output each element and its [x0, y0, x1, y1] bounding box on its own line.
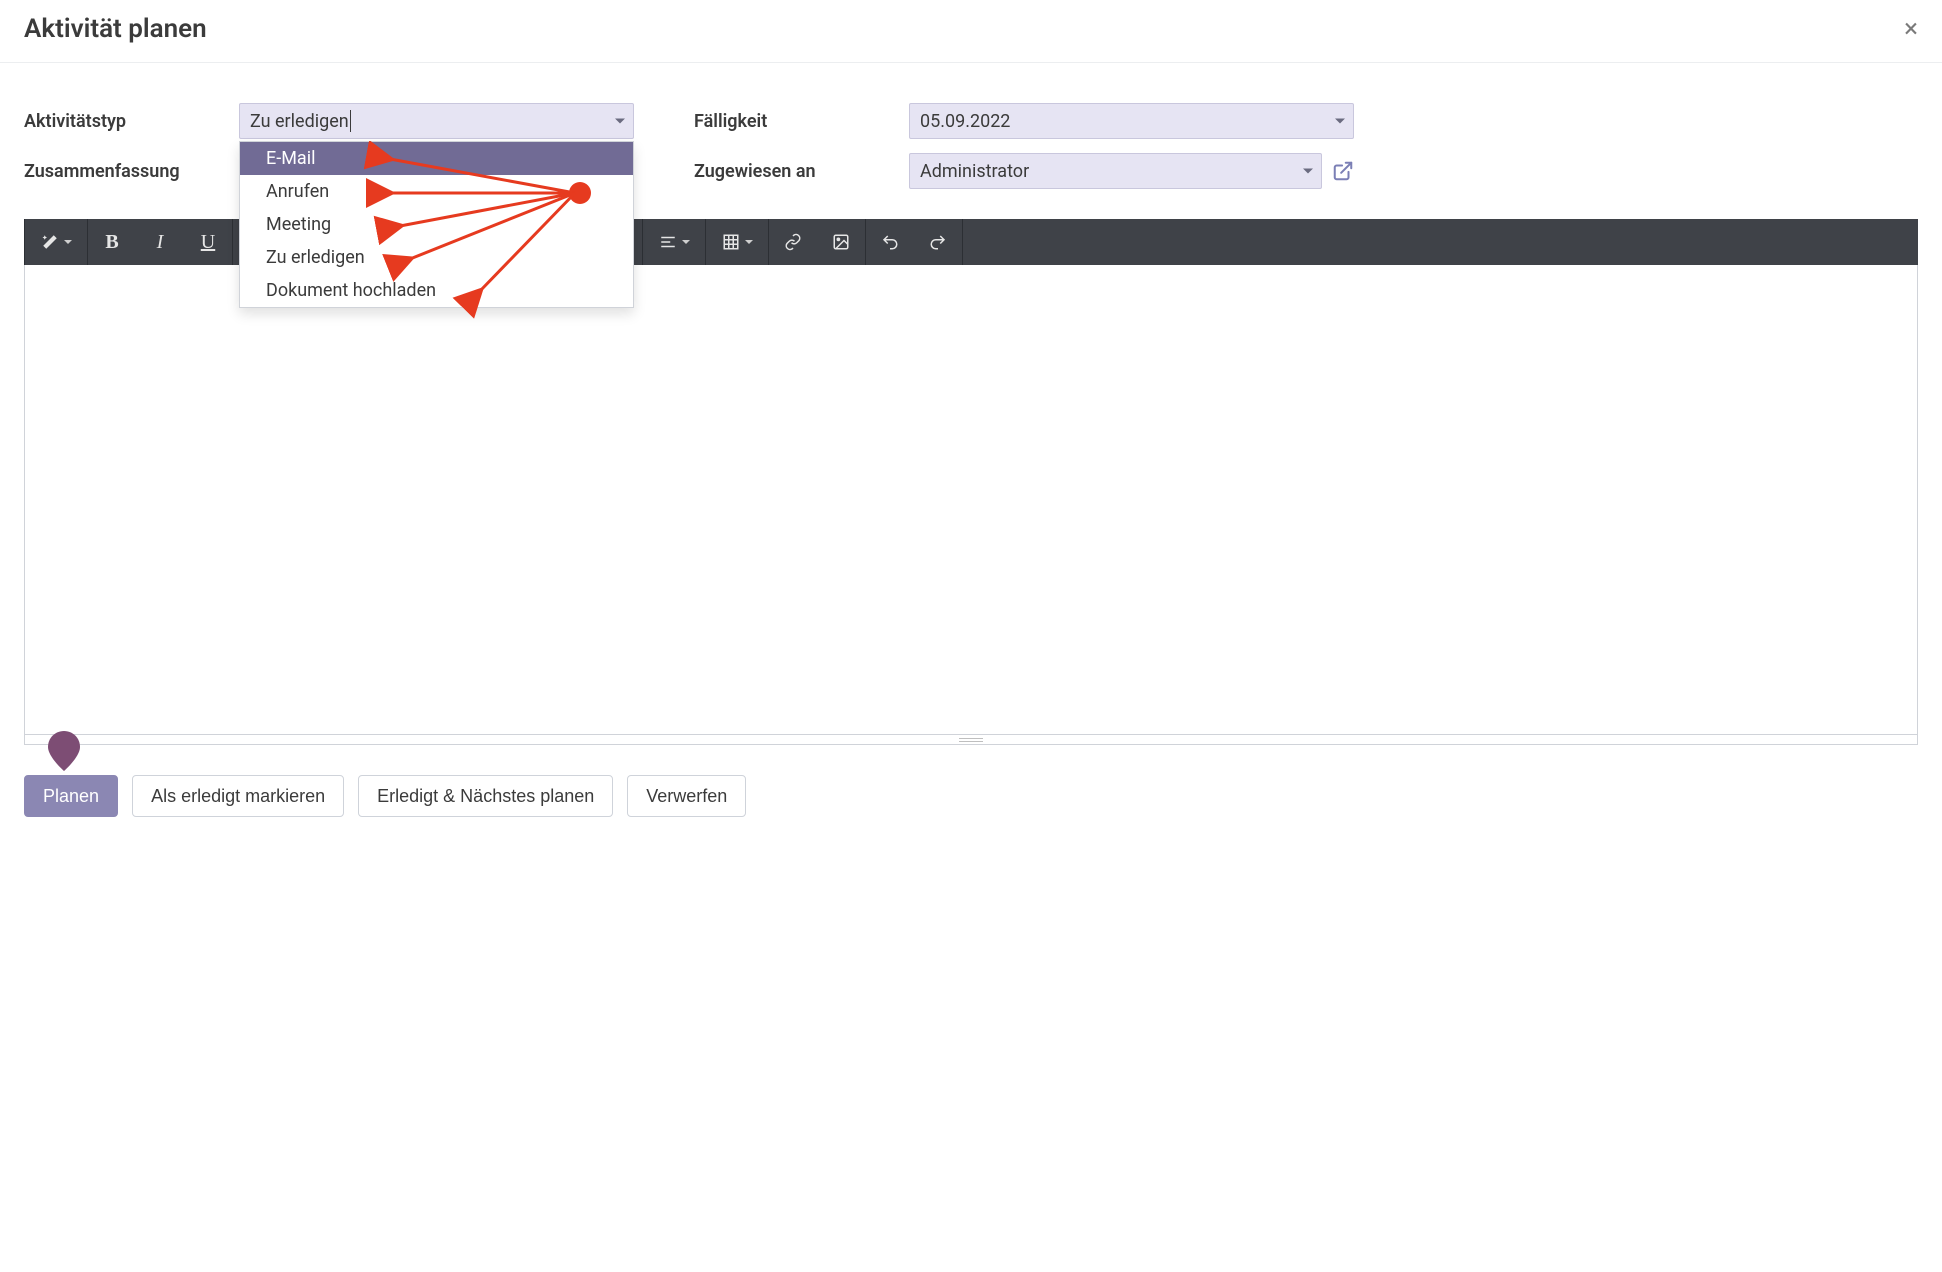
text-cursor — [350, 110, 351, 132]
option-meeting[interactable]: Meeting — [240, 208, 633, 241]
form-column-left: Aktivitätstyp Zu erledigen E-Mail Anrufe… — [24, 103, 634, 189]
activity-type-value: Zu erledigen — [250, 111, 349, 132]
option-upload[interactable]: Dokument hochladen — [240, 274, 633, 307]
resize-handle[interactable] — [24, 735, 1918, 745]
external-link-icon[interactable] — [1332, 160, 1354, 182]
magic-style-button[interactable] — [25, 219, 87, 265]
label-due-date: Fälligkeit — [694, 111, 909, 132]
pin-marker-icon — [48, 731, 80, 771]
dialog-footer: Planen Als erledigt markieren Erledigt &… — [0, 745, 1942, 847]
chevron-down-icon — [1303, 169, 1313, 174]
label-assigned-to: Zugewiesen an — [694, 161, 909, 182]
activity-type-options: E-Mail Anrufen Meeting Zu erledigen Doku… — [239, 141, 634, 308]
italic-button[interactable]: I — [136, 219, 184, 265]
underline-button[interactable]: U — [184, 219, 232, 265]
assigned-to-value: Administrator — [920, 161, 1029, 182]
done-next-button[interactable]: Erledigt & Nächstes planen — [358, 775, 613, 817]
option-email[interactable]: E-Mail — [240, 142, 633, 175]
due-date-dropdown[interactable]: 05.09.2022 — [909, 103, 1354, 139]
discard-button[interactable]: Verwerfen — [627, 775, 746, 817]
link-button[interactable] — [769, 219, 817, 265]
dialog-header: Aktivität planen × — [0, 0, 1942, 63]
table-button[interactable] — [706, 219, 768, 265]
option-todo[interactable]: Zu erledigen — [240, 241, 633, 274]
activity-type-dropdown[interactable]: Zu erledigen E-Mail Anrufen Meeting Zu e… — [239, 103, 634, 139]
undo-button[interactable] — [866, 219, 914, 265]
option-call[interactable]: Anrufen — [240, 175, 633, 208]
chevron-down-icon — [64, 240, 72, 244]
form-grid: Aktivitätstyp Zu erledigen E-Mail Anrufe… — [24, 103, 1918, 189]
dialog-title: Aktivität planen — [24, 14, 207, 44]
redo-button[interactable] — [914, 219, 962, 265]
label-summary: Zusammenfassung — [24, 161, 239, 182]
due-date-value: 05.09.2022 — [920, 111, 1010, 132]
chevron-down-icon — [1335, 119, 1345, 124]
plan-button[interactable]: Planen — [24, 775, 118, 817]
plan-activity-dialog: Aktivität planen × Aktivitätstyp Zu erle… — [0, 0, 1942, 847]
chevron-down-icon — [615, 119, 625, 124]
dialog-body: Aktivitätstyp Zu erledigen E-Mail Anrufe… — [0, 63, 1942, 745]
chevron-down-icon — [745, 240, 753, 244]
image-button[interactable] — [817, 219, 865, 265]
align-button[interactable] — [643, 219, 705, 265]
close-icon[interactable]: × — [1904, 16, 1918, 42]
assigned-to-dropdown[interactable]: Administrator — [909, 153, 1322, 189]
mark-done-button[interactable]: Als erledigt markieren — [132, 775, 344, 817]
label-activity-type: Aktivitätstyp — [24, 111, 239, 132]
chevron-down-icon — [682, 240, 690, 244]
form-column-right: Fälligkeit 05.09.2022 Zugewiesen an Admi… — [694, 103, 1354, 189]
bold-button[interactable]: B — [88, 219, 136, 265]
editor-content[interactable] — [24, 265, 1918, 735]
